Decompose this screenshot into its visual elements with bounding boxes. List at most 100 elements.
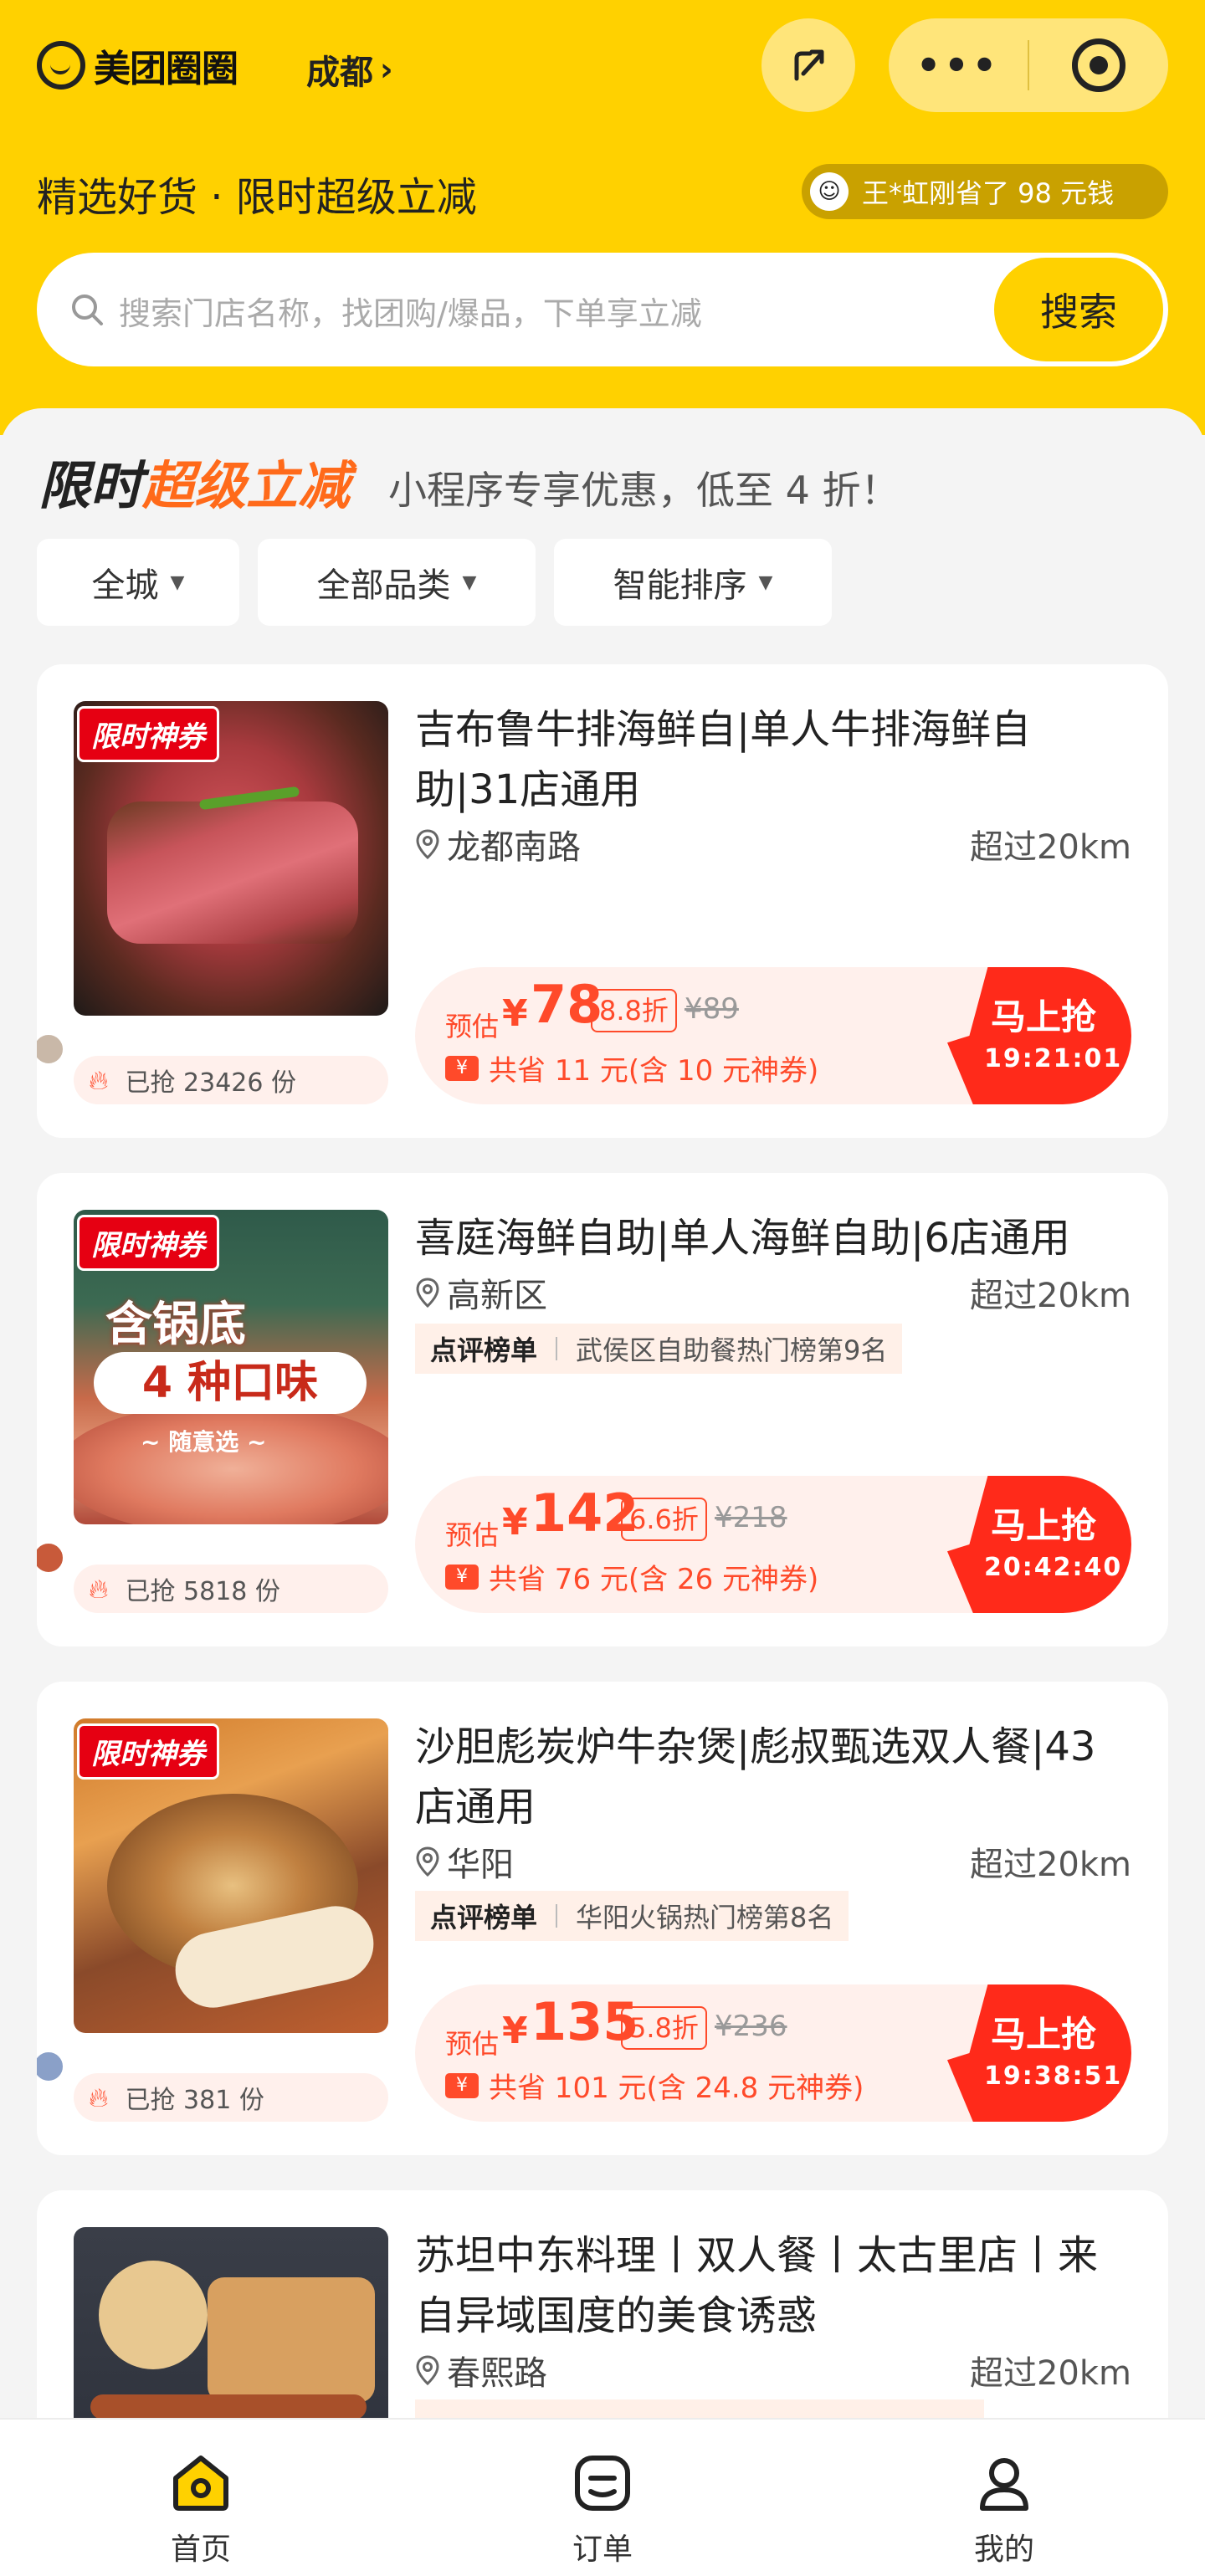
discount-badge: 6.6折 [621, 1498, 707, 1541]
filter-area[interactable]: 全城 ▼ [37, 539, 239, 626]
caret-down-icon: ▼ [462, 571, 477, 593]
deal-image: 含锅底 4 种口味 ~ 随意选 ~ 限时神券 [74, 1210, 388, 1524]
discount-badge: 5.8折 [621, 2006, 707, 2050]
savings-info: ¥ 共省 101 元(含 24.8 元神券) [445, 2065, 864, 2106]
original-price: ¥236 [715, 2010, 787, 2043]
grabbed-count: 🔥︎ 已抢 23426 份 [74, 1056, 388, 1104]
image-caption-1: 含锅底 [105, 1298, 246, 1352]
promo-title-part1: 限时 [38, 455, 143, 516]
deal-badge: 限时神券 [77, 706, 219, 762]
deal-card[interactable]: 限时神券 🔥︎ 已抢 23426 份 吉布鲁牛排海鲜自|单人牛排海鲜自助|31店… [37, 664, 1168, 1138]
location-pin-icon [416, 1278, 439, 1308]
miniprogram-capsule: ••• [889, 18, 1168, 112]
deal-image: 限时神券 [74, 701, 388, 1016]
deal-location: 龙都南路 [415, 820, 581, 868]
grabbed-count: 🔥︎ 已抢 381 份 [74, 2073, 388, 2122]
logo-icon [37, 41, 85, 90]
savings-ticker-text: 王*虹刚省了 98 元钱 [862, 177, 1115, 209]
order-icon [575, 2456, 630, 2511]
buyer-avatar [37, 2050, 65, 2083]
buyer-avatar [37, 1541, 65, 1575]
search-icon [72, 294, 103, 325]
chevron-right-icon: › [380, 51, 393, 88]
deal-card[interactable]: 限时神券 🔥︎ 已抢 381 份 沙胆彪炭炉牛杂煲|彪叔甄选双人餐|43店通用 … [37, 1682, 1168, 2155]
deal-title: 苏坦中东料理丨双人餐丨太古里店丨来自异域国度的美食诱惑 [415, 2232, 1099, 2339]
promo-subtitle: 小程序专享优惠，低至 4 折！ [388, 468, 900, 513]
ranking-label: 点评榜单 [430, 1334, 538, 1366]
deal-location: 高新区 [415, 1268, 547, 1317]
location-pin-icon [416, 2355, 439, 2386]
share-icon [794, 49, 824, 81]
filter-sort[interactable]: 智能排序 ▼ [554, 539, 832, 626]
target-icon [1072, 38, 1126, 92]
nav-orders[interactable]: 订单 [402, 2420, 803, 2576]
tagline: 精选好货 · 限时超级立减 [37, 174, 477, 221]
share-button[interactable] [761, 18, 855, 112]
profile-icon [980, 2458, 1028, 2511]
city-label: 成都 [306, 54, 373, 92]
deal-image: 限时神券 [74, 1718, 388, 2033]
ranking-tag[interactable]: 点评榜单 武侯区自助餐热门榜第9名 [415, 1324, 903, 1374]
deal-distance: 超过20km [969, 828, 1131, 867]
countdown-timer: 19:38:51 [984, 2061, 1123, 2091]
grab-now-button[interactable]: 马上抢 19:21:01 [947, 967, 1131, 1104]
location-pin-icon [416, 1846, 439, 1877]
original-price: ¥218 [715, 1501, 787, 1534]
flame-icon: 🔥︎ [89, 1063, 109, 1096]
buyer-avatar [37, 1032, 65, 1066]
countdown-timer: 20:42:40 [984, 1553, 1123, 1582]
deal-distance: 超过20km [969, 1846, 1131, 1884]
search-button[interactable]: 搜索 [994, 258, 1163, 361]
bottom-nav: 首页 订单 我的 [0, 2418, 1205, 2576]
ranking-tag[interactable]: 点评榜单 华阳火锅热门榜第8名 [415, 1891, 849, 1941]
logo-text: 美团圈圈 [94, 48, 238, 90]
app-logo: 美团圈圈 [37, 38, 238, 92]
deal-location: 春熙路 [415, 2346, 547, 2394]
top-bar: 美团圈圈 成都 › ••• [37, 18, 1168, 112]
flame-icon: 🔥︎ [89, 2081, 109, 2113]
discount-badge: 8.8折 [591, 989, 677, 1032]
image-caption-3: ~ 随意选 ~ [141, 1428, 267, 1456]
deal-card[interactable]: 含锅底 4 种口味 ~ 随意选 ~ 限时神券 🔥︎ 已抢 5818 份 喜庭海鲜… [37, 1173, 1168, 1646]
deal-distance: 超过20km [969, 1277, 1131, 1315]
deal-price-bar: 预估 ¥ 78 8.8折 ¥89 ¥ 共省 11 元(含 10 元神券) 马上抢… [415, 967, 1131, 1104]
deal-badge: 限时神券 [77, 1215, 219, 1271]
flame-icon: 🔥︎ [89, 1572, 109, 1605]
header: 美团圈圈 成都 › ••• 精选好货 · 限时超级立减 ☺ 王*虹刚省了 98 … [0, 0, 1205, 435]
coupon-icon: ¥ [445, 2072, 479, 2098]
savings-info: ¥ 共省 11 元(含 10 元神券) [445, 1047, 818, 1088]
deal-title: 喜庭海鲜自助|单人海鲜自助|6店通用 [415, 1215, 1070, 1262]
main-panel: 限时 超级立减 小程序专享优惠，低至 4 折！ 全城 ▼ 全部品类 ▼ 智能排序 ▼ … [0, 408, 1205, 2576]
search-input[interactable]: 搜索门店名称，找团购/爆品，下单享立减 [119, 288, 702, 334]
deal-location: 华阳 [415, 1837, 514, 1886]
nav-home[interactable]: 首页 [0, 2420, 402, 2576]
filter-bar: 全城 ▼ 全部品类 ▼ 智能排序 ▼ [37, 539, 832, 626]
promo-header: 限时 超级立减 小程序专享优惠，低至 4 折！ [38, 443, 900, 519]
deal-badge: 限时神券 [77, 1723, 219, 1780]
search-bar[interactable]: 搜索门店名称，找团购/爆品，下单享立减 搜索 [37, 253, 1168, 366]
grab-now-button[interactable]: 马上抢 19:38:51 [947, 1984, 1131, 2122]
location-pin-icon [416, 829, 439, 860]
deal-price-bar: 预估 ¥ 135 5.8折 ¥236 ¥ 共省 101 元(含 24.8 元神券… [415, 1984, 1131, 2122]
deal-distance: 超过20km [969, 2354, 1131, 2393]
countdown-timer: 19:21:01 [984, 1044, 1123, 1073]
filter-category[interactable]: 全部品类 ▼ [258, 539, 536, 626]
ranking-text: 武侯区自助餐热门榜第9名 [576, 1334, 888, 1366]
ranking-text: 华阳火锅热门榜第8名 [576, 1902, 834, 1933]
coupon-icon: ¥ [445, 1055, 479, 1081]
nav-profile[interactable]: 我的 [803, 2420, 1205, 2576]
caret-down-icon: ▼ [170, 571, 185, 593]
grab-now-button[interactable]: 马上抢 20:42:40 [947, 1476, 1131, 1613]
city-selector[interactable]: 成都 › [306, 45, 393, 94]
image-caption-2: 4 种口味 [94, 1352, 367, 1414]
coupon-icon: ¥ [445, 1564, 479, 1590]
promo-title-part2: 超级立减 [142, 455, 351, 516]
user-avatar: ☺ [810, 172, 849, 211]
original-price: ¥89 [685, 992, 739, 1026]
deal-title: 吉布鲁牛排海鲜自|单人牛排海鲜自助|31店通用 [415, 706, 1032, 813]
savings-ticker: ☺ 王*虹刚省了 98 元钱 [802, 164, 1168, 219]
more-icon[interactable]: ••• [889, 43, 1028, 88]
caret-down-icon: ▼ [758, 571, 773, 593]
close-miniprogram-button[interactable] [1029, 38, 1168, 92]
deal-price-bar: 预估 ¥ 142 6.6折 ¥218 ¥ 共省 76 元(含 26 元神券) 马… [415, 1476, 1131, 1613]
